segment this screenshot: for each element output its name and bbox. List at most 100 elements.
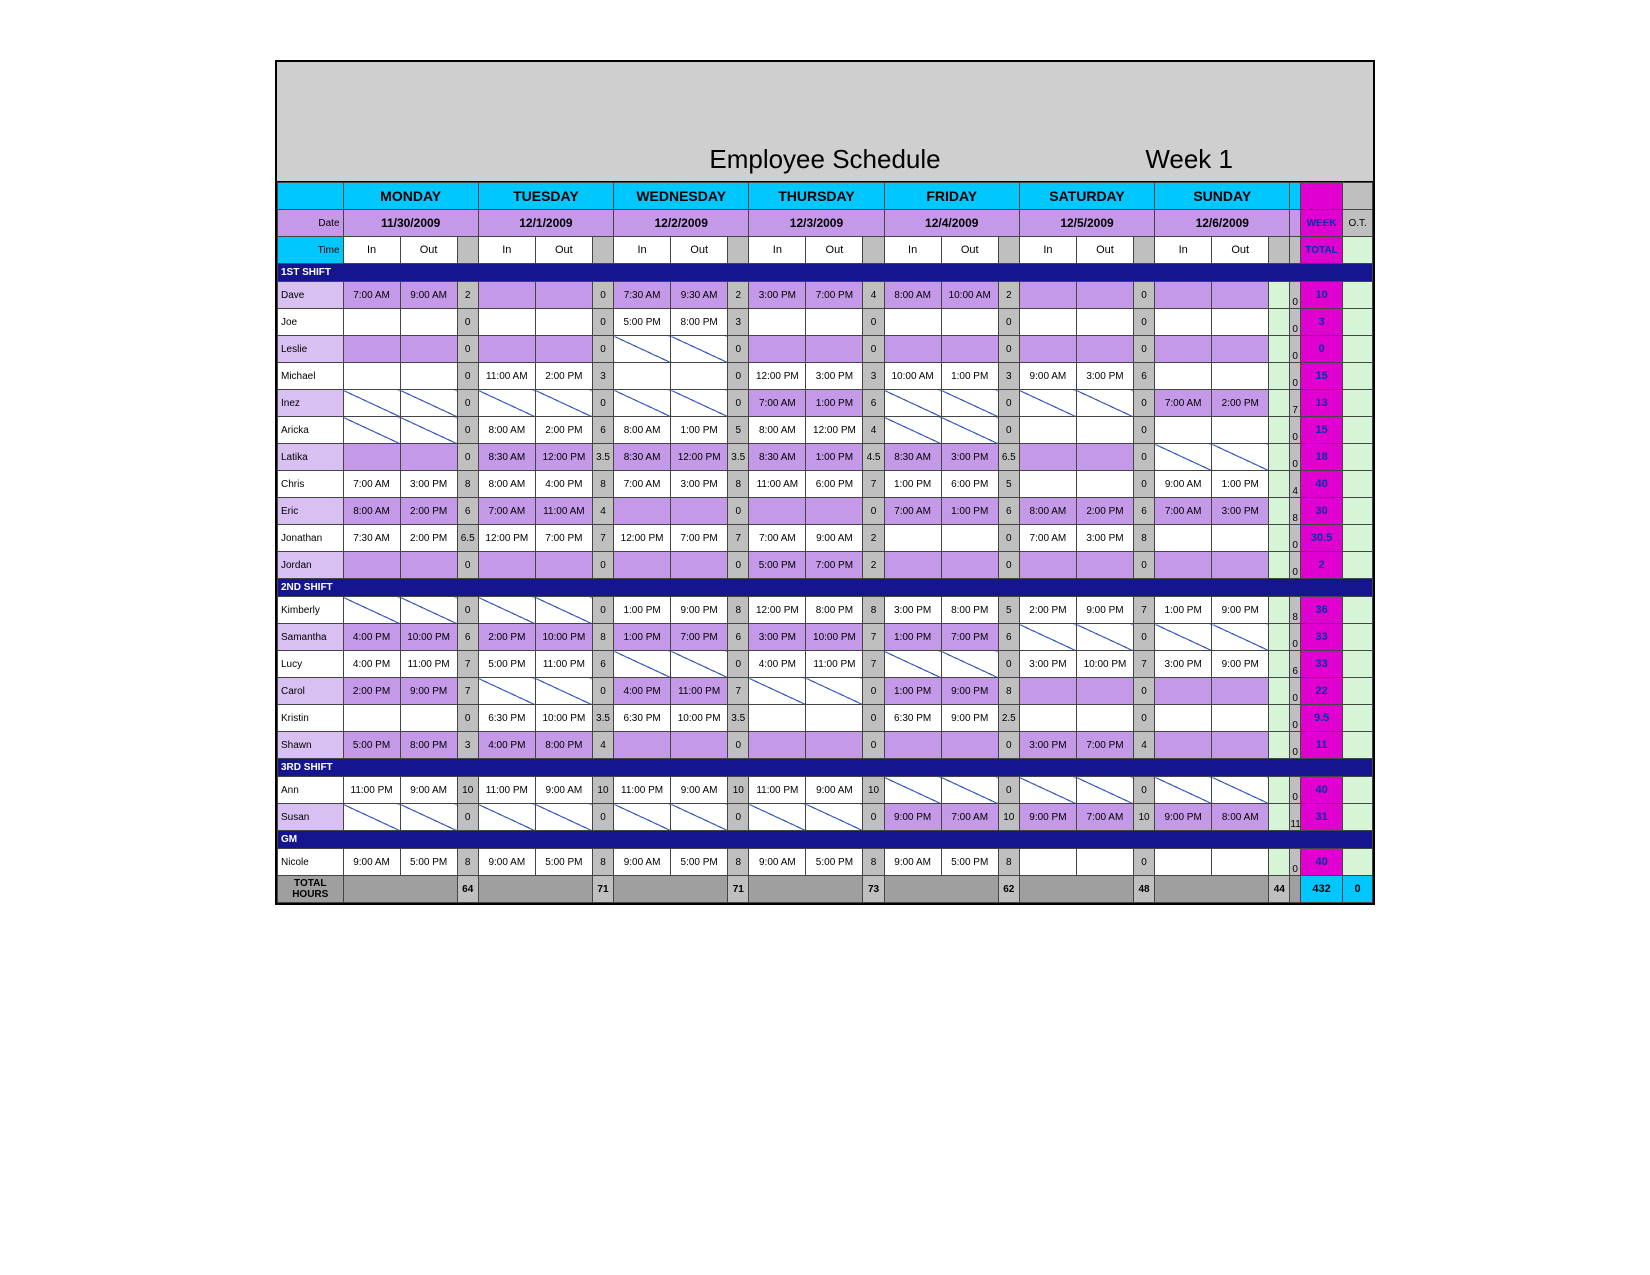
time-in: 5:00 PM: [478, 651, 535, 678]
time-in: 11:00 AM: [478, 363, 535, 390]
time-in: 12:00 PM: [614, 525, 671, 552]
time-in: [614, 651, 671, 678]
sunday-subtotal: 8: [1290, 498, 1301, 525]
week-total: 33: [1300, 624, 1342, 651]
sunday-subtotal: 0: [1290, 552, 1301, 579]
time-in: [1155, 363, 1212, 390]
time-out: 10:00 PM: [671, 705, 728, 732]
employee-name: Eric: [278, 498, 344, 525]
time-in: 8:00 AM: [1019, 498, 1076, 525]
sunday-subtotal: 0: [1290, 705, 1301, 732]
time-in: [343, 309, 400, 336]
time-out: [1212, 282, 1269, 309]
time-out: [400, 804, 457, 831]
time-in: 7:00 AM: [1155, 498, 1212, 525]
time-out: [806, 498, 863, 525]
hours-cell: 0: [728, 498, 749, 525]
week-total: 10: [1300, 282, 1342, 309]
hours-cell: 6: [728, 624, 749, 651]
time-in: 11:00 PM: [343, 777, 400, 804]
time-in: 4:00 PM: [614, 678, 671, 705]
time-out: [1076, 849, 1133, 876]
time-out: [941, 336, 998, 363]
time-in: 5:00 PM: [749, 552, 806, 579]
time-out: [1212, 678, 1269, 705]
hours-cell: 0: [863, 705, 884, 732]
time-in: [749, 498, 806, 525]
hours-cell: 0: [998, 336, 1019, 363]
time-out: [535, 336, 592, 363]
time-out: [1076, 282, 1133, 309]
time-out: [535, 597, 592, 624]
hours-cell: 0: [728, 804, 749, 831]
hours-cell: 6: [457, 498, 478, 525]
employee-name: Joe: [278, 309, 344, 336]
time-out: [1212, 309, 1269, 336]
employee-name: Samantha: [278, 624, 344, 651]
time-in: [884, 525, 941, 552]
sunday-subtotal: 0: [1290, 777, 1301, 804]
time-out: [1076, 417, 1133, 444]
sunday-subtotal: 0: [1290, 336, 1301, 363]
time-out: 7:00 PM: [535, 525, 592, 552]
time-out: 9:00 AM: [400, 282, 457, 309]
time-out: [941, 417, 998, 444]
hours-cell: 0: [728, 336, 749, 363]
time-in: 5:00 PM: [343, 732, 400, 759]
time-out: 3:00 PM: [1212, 498, 1269, 525]
time-in: 7:00 AM: [343, 471, 400, 498]
time-out: 9:00 PM: [1076, 597, 1133, 624]
time-out: [400, 705, 457, 732]
time-out: 12:00 PM: [535, 444, 592, 471]
sunday-subtotal: 0: [1290, 525, 1301, 552]
time-in: 3:00 PM: [749, 282, 806, 309]
hours-cell: 6.5: [457, 525, 478, 552]
time-out: 9:00 AM: [535, 777, 592, 804]
date-header: 12/1/2009: [478, 210, 613, 237]
time-out: 10:00 PM: [535, 624, 592, 651]
shift-header: 1ST SHIFT: [278, 264, 1373, 282]
hours-cell: 6: [1134, 498, 1155, 525]
time-in: 4:00 PM: [478, 732, 535, 759]
hours-cell: 0: [457, 705, 478, 732]
hours-cell: 7: [863, 471, 884, 498]
date-label: Date: [278, 210, 344, 237]
sunday-subtotal: 0: [1290, 624, 1301, 651]
hours-cell: 0: [1134, 777, 1155, 804]
week-total: 2: [1300, 552, 1342, 579]
sunday-subtotal: 0: [1290, 282, 1301, 309]
grand-total-ot: 0: [1343, 876, 1373, 903]
hours-cell: 0: [457, 804, 478, 831]
day-header: SATURDAY: [1019, 183, 1154, 210]
time-in: 8:00 AM: [478, 471, 535, 498]
time-in: 9:00 PM: [1155, 804, 1212, 831]
hours-cell: 0: [592, 309, 613, 336]
hours-cell: 5: [998, 471, 1019, 498]
week-total: 9.5: [1300, 705, 1342, 732]
date-header: 12/6/2009: [1155, 210, 1290, 237]
time-out: 8:00 PM: [671, 309, 728, 336]
hours-cell: 0: [1134, 309, 1155, 336]
hours-cell: 0: [1134, 471, 1155, 498]
time-out: [1212, 705, 1269, 732]
time-in: 7:00 AM: [749, 390, 806, 417]
time-out: 2:00 PM: [400, 525, 457, 552]
time-out: 9:00 PM: [941, 705, 998, 732]
week-label: Week 1: [1145, 144, 1233, 175]
hours-cell: 5: [998, 597, 1019, 624]
hours-cell: 3: [592, 363, 613, 390]
time-out: [400, 363, 457, 390]
time-out: [671, 804, 728, 831]
employee-name: Carol: [278, 678, 344, 705]
time-out: 9:00 AM: [400, 777, 457, 804]
hours-cell: 0: [863, 309, 884, 336]
time-in: 9:00 PM: [884, 804, 941, 831]
time-in: [749, 705, 806, 732]
hours-cell: 6: [863, 390, 884, 417]
hours-cell: 8: [728, 849, 749, 876]
time-in: [1019, 552, 1076, 579]
employee-name: Jonathan: [278, 525, 344, 552]
hours-cell: 5: [728, 417, 749, 444]
time-in: 9:00 AM: [1155, 471, 1212, 498]
time-in: [478, 390, 535, 417]
